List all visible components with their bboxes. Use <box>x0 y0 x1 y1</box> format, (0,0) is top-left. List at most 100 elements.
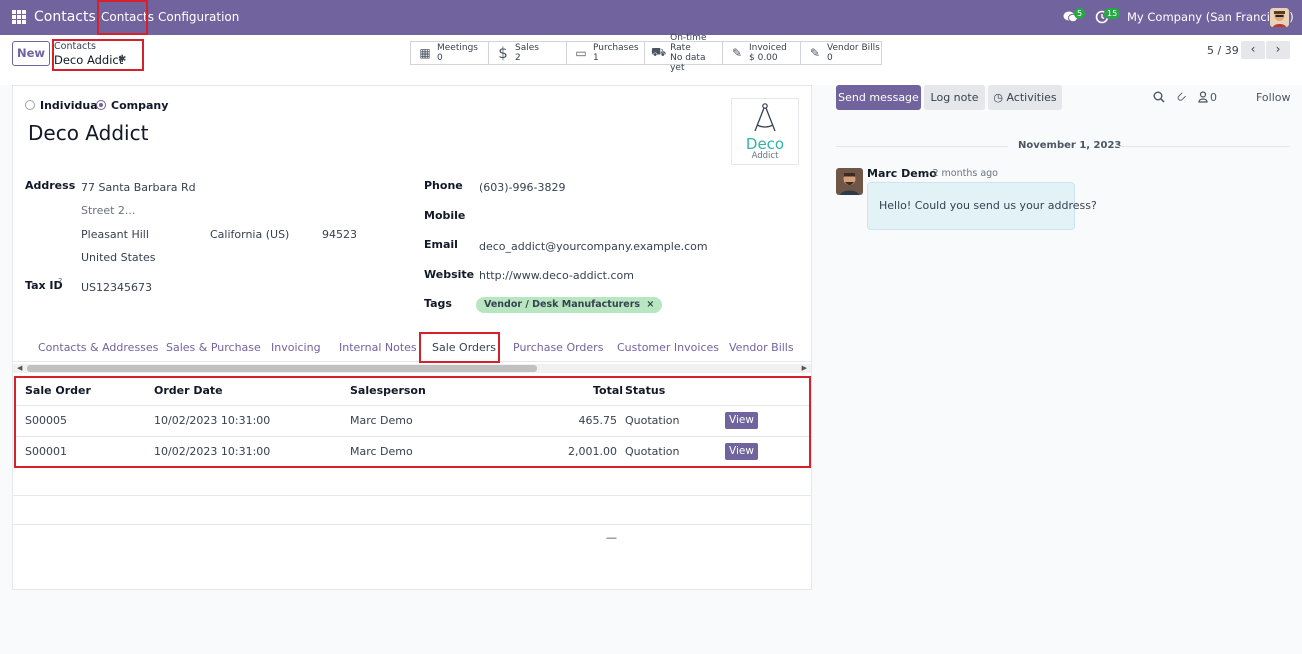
label-individual: Individual <box>40 99 102 112</box>
scroll-left-icon[interactable]: ◀ <box>17 364 22 373</box>
messages-badge: 5 <box>1074 8 1086 19</box>
user-avatar[interactable] <box>1270 8 1289 27</box>
pager-next-button[interactable]: › <box>1266 41 1290 59</box>
search-icon[interactable] <box>1153 91 1165 103</box>
state-field[interactable]: California (US) <box>210 228 289 241</box>
tab-customer-invoices[interactable]: Customer Invoices <box>617 341 719 354</box>
view-button[interactable]: View <box>725 443 758 460</box>
cell-total: 465.75 <box>578 414 618 427</box>
tag-remove-icon[interactable]: × <box>646 299 654 310</box>
credit-card-icon: ▭ <box>575 46 587 60</box>
view-button[interactable]: View <box>725 412 758 429</box>
chevron-left-icon: ‹ <box>1250 42 1256 56</box>
tab-sale-orders[interactable]: Sale Orders <box>432 341 496 354</box>
activities-badge: 15 <box>1104 8 1121 19</box>
smart-buttons: ▦ Meetings 0 $ Sales 2 ▭ Purchases 1 ⛟ On-t… <box>410 33 882 73</box>
calendar-icon: ▦ <box>419 46 431 60</box>
country-field[interactable]: United States <box>81 251 156 264</box>
message-time: - 2 months ago <box>926 168 998 179</box>
activities-button[interactable]: ◷ Activities <box>988 85 1062 110</box>
mobile-field[interactable] <box>479 208 799 224</box>
gear-icon[interactable]: ✱ <box>118 54 126 65</box>
cell-total: 2,001.00 <box>568 445 617 458</box>
log-note-button[interactable]: Log note <box>924 85 985 110</box>
tab-contacts-addresses[interactable]: Contacts & Addresses <box>38 341 158 354</box>
table-row[interactable]: S00001 10/02/2023 10:31:00 Marc Demo 2,0… <box>15 437 809 468</box>
chevron-right-icon: › <box>1275 42 1281 56</box>
tag-chip[interactable]: Vendor / Desk Manufacturers × <box>476 297 663 313</box>
website-field[interactable]: http://www.deco-addict.com <box>479 269 634 282</box>
tags-label: Tags <box>424 297 452 310</box>
col-status[interactable]: Status <box>625 384 665 397</box>
smart-button-sales[interactable]: $ Sales 2 <box>488 41 566 65</box>
followers-count[interactable]: 0 <box>1210 91 1217 104</box>
tabs-scrollbar[interactable]: ◀ ▶ <box>13 364 811 373</box>
followers-icon[interactable] <box>1198 91 1208 103</box>
col-total[interactable]: Total <box>593 384 623 397</box>
tag-label: Vendor / Desk Manufacturers <box>484 299 641 310</box>
notebook-tabs: Contacts & Addresses Sales & Purchase In… <box>13 332 811 362</box>
email-label: Email <box>424 238 458 251</box>
cell-sale-order: S00001 <box>25 445 67 458</box>
app-name[interactable]: Contacts <box>34 9 96 25</box>
street-field[interactable]: 77 Santa Barbara Rd <box>81 181 196 194</box>
table-row[interactable]: S00005 10/02/2023 10:31:00 Marc Demo 465… <box>15 406 809 437</box>
smart-button-ontime-rate[interactable]: ⛟ On-time Rate No data yet <box>644 33 722 73</box>
cell-salesperson: Marc Demo <box>350 414 413 427</box>
logo-subtext: Addict <box>751 151 779 161</box>
smart-button-purchases[interactable]: ▭ Purchases 1 <box>566 41 644 65</box>
logo-text: Deco <box>745 135 785 153</box>
pager-previous-button[interactable]: ‹ <box>1241 41 1265 59</box>
col-order-date[interactable]: Order Date <box>154 384 223 397</box>
scroll-right-icon[interactable]: ▶ <box>802 364 807 373</box>
author-avatar[interactable] <box>836 168 863 195</box>
website-label: Website <box>424 268 475 281</box>
smart-button-meetings[interactable]: ▦ Meetings 0 <box>410 41 488 65</box>
tab-internal-notes[interactable]: Internal Notes <box>339 341 417 354</box>
menu-configuration[interactable]: Configuration <box>158 10 239 24</box>
col-salesperson[interactable]: Salesperson <box>350 384 426 397</box>
top-navbar: Contacts Contacts Configuration 5 15 My … <box>0 0 1302 35</box>
tab-invoicing[interactable]: Invoicing <box>271 341 321 354</box>
pencil-square-icon: ✎ <box>731 46 743 60</box>
cell-salesperson: Marc Demo <box>350 445 413 458</box>
message-body: Hello! Could you send us your address? <box>879 199 1097 212</box>
message-bubble: Hello! Could you send us your address? <box>867 182 1097 230</box>
col-sale-order[interactable]: Sale Order <box>25 384 91 397</box>
send-message-button[interactable]: Send message <box>836 85 921 110</box>
cell-status: Quotation <box>625 445 680 458</box>
city-field[interactable]: Pleasant Hill <box>81 228 149 241</box>
tax-id-help-icon[interactable]: ? <box>58 277 62 286</box>
date-separator: November 1, 2023 <box>836 140 1290 152</box>
zip-field[interactable]: 94523 <box>322 228 357 241</box>
breadcrumb-parent[interactable]: Contacts <box>54 41 96 52</box>
phone-field[interactable]: (603)-996-3829 <box>479 181 566 194</box>
street2-field[interactable]: Street 2... <box>81 204 135 217</box>
divider <box>13 524 811 525</box>
radio-company[interactable] <box>96 100 106 110</box>
radio-individual[interactable] <box>25 100 35 110</box>
address-label: Address <box>25 179 76 192</box>
email-field[interactable]: deco_addict@yourcompany.example.com <box>479 240 708 253</box>
menu-contacts[interactable]: Contacts <box>101 10 154 24</box>
tab-sales-purchase[interactable]: Sales & Purchase <box>166 341 261 354</box>
pencil-square-icon: ✎ <box>809 46 821 60</box>
company-logo[interactable]: Deco Addict <box>731 98 799 165</box>
tab-purchase-orders[interactable]: Purchase Orders <box>513 341 603 354</box>
new-button[interactable]: New <box>12 41 50 66</box>
clock-icon: ◷ <box>993 91 1003 104</box>
cell-sale-order: S00005 <box>25 414 67 427</box>
app-grid-icon[interactable] <box>12 10 26 24</box>
compass-icon <box>754 103 776 132</box>
smart-button-invoiced[interactable]: ✎ Invoiced $ 0.00 <box>722 41 800 65</box>
pager-value[interactable]: 5 / 39 <box>1207 44 1239 57</box>
tax-id-field[interactable]: US12345673 <box>81 281 152 294</box>
smart-button-vendor-bills[interactable]: ✎ Vendor Bills 0 <box>800 41 882 65</box>
partner-name-field[interactable]: Deco Addict <box>28 121 148 145</box>
paperclip-icon[interactable]: ⊂ <box>1173 88 1190 105</box>
scrollbar-thumb[interactable] <box>27 365 537 372</box>
tab-vendor-bills[interactable]: Vendor Bills <box>729 341 794 354</box>
company-switcher[interactable]: My Company (San Francisco) <box>1127 10 1294 24</box>
sale-orders-table-header: Sale Order Order Date Salesperson Total … <box>15 378 809 406</box>
follow-button[interactable]: Follow <box>1256 91 1291 104</box>
